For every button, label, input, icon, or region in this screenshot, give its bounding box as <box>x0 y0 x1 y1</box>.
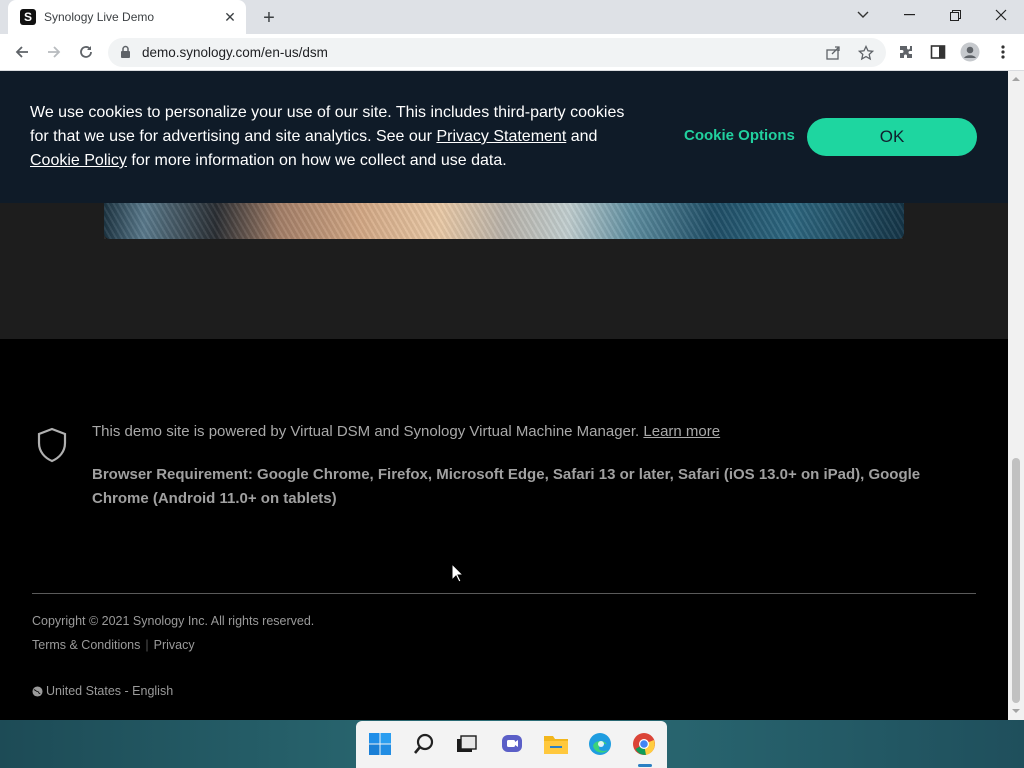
scrollbar-thumb[interactable] <box>1012 458 1020 703</box>
cookie-banner-text: We use cookies to personalize your use o… <box>30 104 625 169</box>
synology-favicon-icon: S <box>20 9 36 25</box>
mouse-cursor-icon <box>451 562 465 588</box>
back-icon[interactable] <box>9 39 35 65</box>
minimize-icon[interactable] <box>886 0 932 30</box>
edge-icon[interactable] <box>587 731 613 757</box>
task-view-icon[interactable] <box>454 731 480 757</box>
chrome-icon[interactable] <box>631 731 657 757</box>
scroll-up-icon[interactable] <box>1012 75 1020 83</box>
start-icon[interactable] <box>367 731 393 757</box>
link-separator: | <box>145 638 149 652</box>
browser-requirement-text: Browser Requirement: Google Chrome, Fire… <box>92 466 921 507</box>
ok-button[interactable]: OK <box>807 118 977 156</box>
shield-icon <box>36 427 68 468</box>
locale-label: United States - English <box>46 684 174 698</box>
privacy-statement-link[interactable]: Privacy Statement <box>436 128 566 145</box>
terms-link[interactable]: Terms & Conditions <box>32 638 140 652</box>
scroll-down-icon[interactable] <box>1012 707 1020 715</box>
chat-icon[interactable] <box>499 731 525 757</box>
cookie-options-button[interactable]: Cookie Options <box>684 127 795 144</box>
powered-by-text: This demo site is powered by Virtual DSM… <box>92 423 721 440</box>
cookie-banner: We use cookies to personalize your use o… <box>0 71 1008 203</box>
tab-search-chevron-icon[interactable] <box>840 0 886 30</box>
close-window-icon[interactable] <box>978 0 1024 30</box>
browser-toolbar: demo.synology.com/en-us/dsm <box>0 34 1024 71</box>
page-scrollbar[interactable] <box>1008 71 1024 720</box>
footer-links: Terms & Conditions | Privacy <box>32 638 195 652</box>
globe-icon <box>32 685 43 697</box>
extensions-icon[interactable] <box>896 42 916 62</box>
browser-tab[interactable]: S Synology Live Demo ✕ <box>8 0 246 34</box>
tab-close-icon[interactable]: ✕ <box>220 7 240 27</box>
privacy-link[interactable]: Privacy <box>154 638 195 652</box>
locale-selector[interactable]: United States - English <box>32 684 173 698</box>
bookmark-star-icon[interactable] <box>856 43 876 63</box>
more-menu-icon[interactable] <box>993 42 1013 62</box>
profile-avatar-icon[interactable] <box>960 42 980 62</box>
page-viewport: We use cookies to personalize your use o… <box>0 71 1008 720</box>
copyright-text: Copyright © 2021 Synology Inc. All right… <box>32 614 315 628</box>
reload-icon[interactable] <box>73 39 99 65</box>
address-bar[interactable]: demo.synology.com/en-us/dsm <box>108 38 886 67</box>
forward-icon[interactable] <box>41 39 67 65</box>
file-explorer-icon[interactable] <box>543 731 569 757</box>
active-app-indicator <box>638 764 652 767</box>
share-icon[interactable] <box>823 43 843 63</box>
tab-title: Synology Live Demo <box>44 10 155 24</box>
tab-strip: S Synology Live Demo ✕ + <box>0 0 1024 34</box>
search-icon[interactable] <box>411 731 437 757</box>
cookie-policy-link[interactable]: Cookie Policy <box>30 152 127 169</box>
restore-icon[interactable] <box>932 0 978 30</box>
learn-more-link[interactable]: Learn more <box>643 423 720 440</box>
footer-divider <box>32 593 976 594</box>
new-tab-icon[interactable]: + <box>258 7 280 29</box>
lock-icon <box>120 45 131 64</box>
url-text: demo.synology.com/en-us/dsm <box>142 45 328 60</box>
taskbar <box>356 721 667 768</box>
side-panel-icon[interactable] <box>928 42 948 62</box>
